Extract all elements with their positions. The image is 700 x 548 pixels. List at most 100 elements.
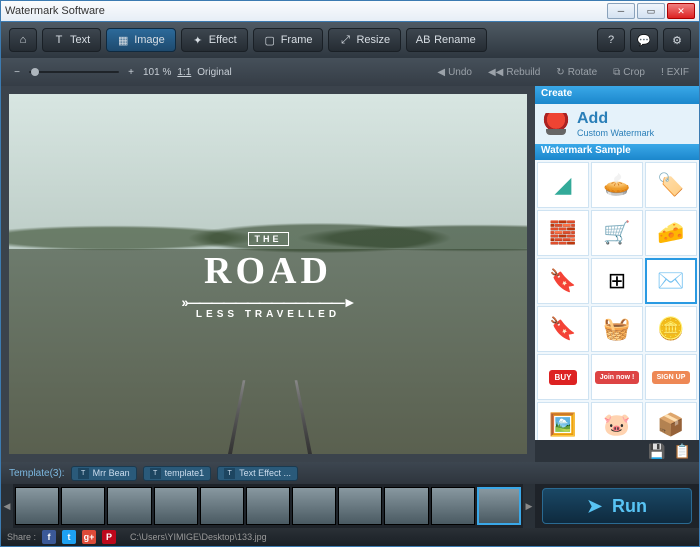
piechart-icon: 🥧 bbox=[603, 172, 630, 198]
filmstrip: ◀ ▶ ➤ Run bbox=[1, 484, 699, 528]
preview-image: THE ROAD ››—————————————► LESS TRAVELLED bbox=[9, 94, 527, 454]
thumbnail[interactable] bbox=[61, 487, 105, 525]
envelope-icon: ✉️ bbox=[657, 268, 684, 294]
file-path: C:\Users\YIMIGE\Desktop\133.jpg bbox=[130, 532, 267, 542]
facebook-icon[interactable]: f bbox=[42, 530, 56, 544]
sample-item[interactable]: Join now ! bbox=[591, 354, 643, 400]
frame-button[interactable]: ▢Frame bbox=[253, 28, 324, 52]
arrow-icon: ››—————————————► bbox=[181, 295, 354, 309]
thumbnail[interactable] bbox=[246, 487, 290, 525]
main-toolbar: ⌂ TText ▦Image ✦Effect ▢Frame ⤢Resize AB… bbox=[1, 22, 699, 58]
maximize-button[interactable]: ▭ bbox=[637, 3, 665, 19]
sample-item[interactable]: ⊞ bbox=[591, 258, 643, 304]
thumbnail[interactable] bbox=[292, 487, 336, 525]
zoom-bar: − + 101 % 1:1 Original ◀ Undo ◀◀ Rebuild… bbox=[1, 58, 699, 86]
thumbnail[interactable] bbox=[338, 487, 382, 525]
thumbnail[interactable] bbox=[477, 487, 521, 525]
filmstrip-prev[interactable]: ◀ bbox=[1, 484, 13, 528]
filmstrip-next[interactable]: ▶ bbox=[523, 484, 535, 528]
watermark-overlay[interactable]: THE ROAD ››—————————————► LESS TRAVELLED bbox=[181, 229, 354, 320]
effect-button[interactable]: ✦Effect bbox=[181, 28, 248, 52]
thumbnail[interactable] bbox=[431, 487, 475, 525]
template-chip[interactable]: TMrr Bean bbox=[71, 466, 137, 481]
sample-item[interactable]: 🔖 bbox=[537, 306, 589, 352]
sample-item[interactable]: 🧱 bbox=[537, 210, 589, 256]
sample-item[interactable]: 🧀 bbox=[645, 210, 697, 256]
copy-icon[interactable]: 📋 bbox=[674, 443, 691, 460]
bricks-icon: 🧱 bbox=[549, 220, 576, 246]
effect-icon: ✦ bbox=[192, 34, 204, 46]
saletag-icon: 🔖 bbox=[549, 316, 576, 342]
text-button[interactable]: TText bbox=[42, 28, 101, 52]
minimize-button[interactable]: ─ bbox=[607, 3, 635, 19]
home-icon: ⌂ bbox=[17, 34, 29, 46]
help-button[interactable]: ? bbox=[597, 28, 625, 52]
template-chip[interactable]: TText Effect ... bbox=[217, 466, 298, 481]
sample-item[interactable]: SIGN UP bbox=[645, 354, 697, 400]
close-button[interactable]: ✕ bbox=[667, 3, 695, 19]
sample-item[interactable]: 🏷️ bbox=[645, 162, 697, 208]
basket-icon: 🧺 bbox=[603, 316, 630, 342]
sample-item[interactable]: 🥧 bbox=[591, 162, 643, 208]
feedback-button[interactable]: 💬 bbox=[630, 28, 658, 52]
canvas-area[interactable]: THE ROAD ››—————————————► LESS TRAVELLED bbox=[1, 86, 535, 462]
share-label: Share : bbox=[7, 532, 36, 542]
crop-button[interactable]: ⧉ Crop bbox=[613, 67, 645, 78]
rename-icon: AB bbox=[417, 34, 429, 46]
sample-grid: ◢ 🥧 🏷️ 🧱 🛒 🧀 🔖 ⊞ ✉️ 🔖 🧺 🪙 BUY Join now !… bbox=[535, 160, 699, 440]
sample-item[interactable]: BUY bbox=[537, 354, 589, 400]
home-button[interactable]: ⌂ bbox=[9, 28, 37, 52]
twitter-icon[interactable]: t bbox=[62, 530, 76, 544]
sample-item[interactable]: 📦 bbox=[645, 402, 697, 440]
right-panel: Create Add Custom Watermark Watermark Sa… bbox=[535, 86, 699, 462]
sample-item[interactable]: 🔖 bbox=[537, 258, 589, 304]
sample-item[interactable]: 🖼️ bbox=[537, 402, 589, 440]
thumbnail[interactable] bbox=[15, 487, 59, 525]
zoom-ratio[interactable]: 1:1 bbox=[177, 67, 191, 78]
zoom-slider[interactable] bbox=[29, 71, 119, 73]
thumbnail[interactable] bbox=[154, 487, 198, 525]
image-button[interactable]: ▦Image bbox=[106, 28, 176, 52]
sample-item[interactable]: ✉️ bbox=[645, 258, 697, 304]
resize-icon: ⤢ bbox=[339, 34, 351, 46]
googleplus-icon[interactable]: g+ bbox=[82, 530, 96, 544]
run-icon: ➤ bbox=[587, 496, 602, 517]
rename-button[interactable]: ABRename bbox=[406, 28, 487, 52]
rebuild-button[interactable]: ◀◀ Rebuild bbox=[488, 67, 540, 78]
sample-item[interactable]: 🛒 bbox=[591, 210, 643, 256]
text-icon: T bbox=[53, 34, 65, 46]
template-label: Template(3): bbox=[9, 468, 65, 479]
sample-item[interactable]: 🧺 bbox=[591, 306, 643, 352]
pinterest-icon[interactable]: P bbox=[102, 530, 116, 544]
template-chip[interactable]: Ttemplate1 bbox=[143, 466, 212, 481]
add-watermark-button[interactable]: Add Custom Watermark bbox=[535, 104, 699, 144]
status-bar: Share : f t g+ P C:\Users\YIMIGE\Desktop… bbox=[1, 528, 699, 546]
sample-item[interactable]: ◢ bbox=[537, 162, 589, 208]
sample-item[interactable]: 🪙 bbox=[645, 306, 697, 352]
save-icon[interactable]: 💾 bbox=[648, 443, 665, 460]
exif-button[interactable]: ! EXIF bbox=[661, 67, 689, 78]
tags-icon: 🏷️ bbox=[657, 172, 684, 198]
coins-icon: 🪙 bbox=[657, 316, 684, 342]
stamp-icon bbox=[543, 113, 569, 135]
settings-button[interactable]: ⚙ bbox=[663, 28, 691, 52]
template-bar: Template(3): TMrr Bean Ttemplate1 TText … bbox=[1, 462, 699, 484]
resize-button[interactable]: ⤢Resize bbox=[328, 28, 401, 52]
thumbnail[interactable] bbox=[107, 487, 151, 525]
undo-button[interactable]: ◀ Undo bbox=[437, 67, 472, 78]
sample-item[interactable]: 🐷 bbox=[591, 402, 643, 440]
thumbnail[interactable] bbox=[200, 487, 244, 525]
misc-icon: 📦 bbox=[657, 412, 684, 438]
sample-header: Watermark Sample bbox=[535, 144, 699, 160]
run-button[interactable]: ➤ Run bbox=[542, 488, 692, 524]
zoom-out-icon[interactable]: − bbox=[11, 66, 23, 78]
zoom-size[interactable]: Original bbox=[197, 67, 231, 78]
rotate-button[interactable]: ↻ Rotate bbox=[556, 67, 597, 78]
thumbnail-track[interactable] bbox=[13, 485, 523, 527]
thumbnail[interactable] bbox=[384, 487, 428, 525]
misc-icon: 🐷 bbox=[603, 412, 630, 438]
titlebar: Watermark Software ─ ▭ ✕ bbox=[0, 0, 700, 22]
windows-icon: ⊞ bbox=[608, 268, 626, 294]
zoom-percent: 101 % bbox=[143, 67, 171, 78]
zoom-in-icon[interactable]: + bbox=[125, 66, 137, 78]
